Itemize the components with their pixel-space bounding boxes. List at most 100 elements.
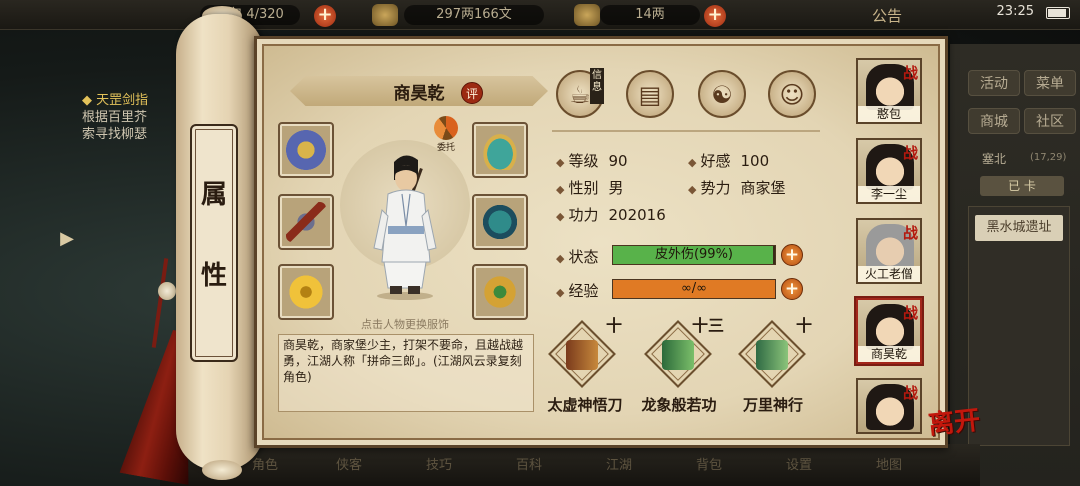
region-coords: (17,29)	[1030, 152, 1067, 163]
add-gold-button[interactable]: +	[704, 5, 726, 27]
heal-button[interactable]: +	[781, 244, 803, 266]
roster-card[interactable]: 战	[856, 378, 922, 434]
stat-level: ◆ 等级 90	[556, 150, 628, 171]
location-item[interactable]: 黑水城遗址	[975, 215, 1063, 241]
nav-hero[interactable]: 侠客	[336, 454, 362, 473]
accessory-icon	[480, 272, 520, 312]
map-tab[interactable]: ▤	[626, 70, 674, 118]
power-label: 功力	[568, 206, 599, 224]
leave-button[interactable]: 离开	[926, 399, 982, 441]
equip-slot-hat[interactable]	[472, 122, 528, 178]
status-label: 状态	[568, 248, 599, 266]
body-tab[interactable]: ☺	[768, 70, 816, 118]
quest-line-2: 索寻找柳瑟	[82, 127, 148, 142]
roster-name: 憨包	[858, 106, 920, 122]
body-icon: ☺	[779, 81, 805, 109]
tassel-bead	[158, 282, 176, 300]
add-exp-button[interactable]: +	[781, 278, 803, 300]
character-figure[interactable]	[360, 150, 450, 300]
resource-bar: 背包 4/320 + 297两166文 14两 + 公告 23:25	[0, 0, 1080, 30]
roster-card-selected[interactable]: 战 商昊乾	[856, 298, 922, 364]
refresh-icon	[434, 116, 458, 140]
faction-label: 势力	[700, 179, 731, 197]
evaluate-button[interactable]: 评	[461, 82, 483, 104]
ring-icon	[286, 272, 326, 312]
community-button[interactable]: 社区	[1024, 108, 1076, 134]
armor-icon	[480, 202, 520, 242]
battle-tag: 战	[902, 224, 918, 242]
equip-slot-weapon[interactable]	[278, 194, 334, 250]
nav-world[interactable]: 江湖	[606, 454, 632, 473]
stat-favor: ◆ 好感 100	[688, 150, 769, 171]
skill-slot-3[interactable]	[738, 320, 806, 388]
region-name: 塞北	[982, 152, 1007, 166]
quest-tracker[interactable]: ◆ 天罡剑指 根据百里芥 索寻找柳瑟	[82, 92, 148, 143]
map-icon: ▤	[638, 81, 662, 109]
silver-amount: 297两166文	[404, 5, 544, 25]
power-value: 202016	[608, 206, 666, 224]
equip-slot-ring[interactable]	[278, 264, 334, 320]
add-inventory-button[interactable]: +	[314, 5, 336, 27]
nav-map[interactable]: 地图	[876, 454, 902, 473]
gold-icon	[574, 4, 600, 26]
roster-card[interactable]: 战 火工老僧	[856, 218, 922, 284]
exp-bar: ∞/∞	[612, 279, 776, 299]
notice-button[interactable]: 公告	[872, 5, 902, 26]
nav-wiki[interactable]: 百科	[516, 454, 542, 473]
battle-tag: 战	[902, 64, 918, 82]
faction-value: 商家堡	[740, 179, 786, 197]
diamond-icon: ◆	[556, 286, 565, 299]
nav-settings[interactable]: 设置	[786, 454, 812, 473]
battle-tag: 战	[902, 384, 918, 402]
roster-name: 火工老僧	[858, 266, 920, 282]
delegate-button[interactable]: 委托	[432, 116, 460, 156]
status-bar: 皮外伤(99%)	[612, 245, 776, 265]
gold-amount: 14两	[600, 5, 700, 25]
diamond-icon: ◆	[688, 183, 697, 196]
skill-slot-2[interactable]	[644, 320, 712, 388]
clock: 23:25	[996, 4, 1034, 19]
skill-book-icon	[566, 340, 598, 370]
status-label-row: ◆ 状态	[556, 246, 598, 267]
delegate-label: 委托	[436, 143, 455, 153]
chevron-left-icon[interactable]: ▶	[58, 228, 76, 254]
bagua-tab[interactable]: ☯	[698, 70, 746, 118]
roster-name: 商昊乾	[858, 346, 920, 362]
map-tab[interactable]: 已 卡	[980, 176, 1064, 196]
nav-role[interactable]: 角色	[252, 454, 278, 473]
info-tag: 信息	[590, 68, 604, 104]
tab-char-2: 性	[200, 261, 227, 291]
equip-slot-accessory[interactable]	[472, 264, 528, 320]
roster-card[interactable]: 战 李一尘	[856, 138, 922, 204]
favor-label: 好感	[700, 152, 731, 170]
exp-label-row: ◆ 经验	[556, 280, 598, 301]
hat-icon	[480, 130, 520, 170]
divider	[552, 130, 820, 132]
diamond-icon: ◆	[556, 156, 565, 169]
diamond-icon: ◆	[556, 183, 565, 196]
location-list: 黑水城遗址	[968, 206, 1070, 446]
favor-value: 100	[740, 152, 770, 170]
quest-title: ◆ 天罡剑指	[82, 93, 149, 108]
roster-card[interactable]: 战 憨包	[856, 58, 922, 124]
stat-gender: ◆ 性别男	[556, 177, 624, 198]
change-outfit-hint: 点击人物更换服饰	[361, 318, 449, 331]
gender-value: 男	[608, 179, 624, 197]
shop-button[interactable]: 商城	[968, 108, 1020, 134]
character-bio: 商昊乾，商家堡少主，打架不要命，且越战越勇，江湖人称「拼命三郎」。(江湖风云录复…	[278, 334, 534, 412]
battle-tag: 战	[902, 144, 918, 162]
skill-slot-1[interactable]	[548, 320, 616, 388]
attributes-tab[interactable]: 属 性	[190, 124, 238, 362]
nav-bag[interactable]: 背包	[696, 454, 722, 473]
level-label: 等级	[568, 152, 599, 170]
weapon-icon	[286, 202, 326, 242]
skill-name: 万里神行	[742, 396, 803, 414]
roller-cap-bottom	[202, 460, 242, 480]
equip-slot-armor[interactable]	[472, 194, 528, 250]
menu-button[interactable]: 菜单	[1024, 70, 1076, 96]
silver-icon	[372, 4, 398, 26]
equip-slot-glove[interactable]	[278, 122, 334, 178]
nav-skill[interactable]: 技巧	[426, 454, 452, 473]
glove-icon	[286, 130, 326, 170]
activity-button[interactable]: 活动	[968, 70, 1020, 96]
